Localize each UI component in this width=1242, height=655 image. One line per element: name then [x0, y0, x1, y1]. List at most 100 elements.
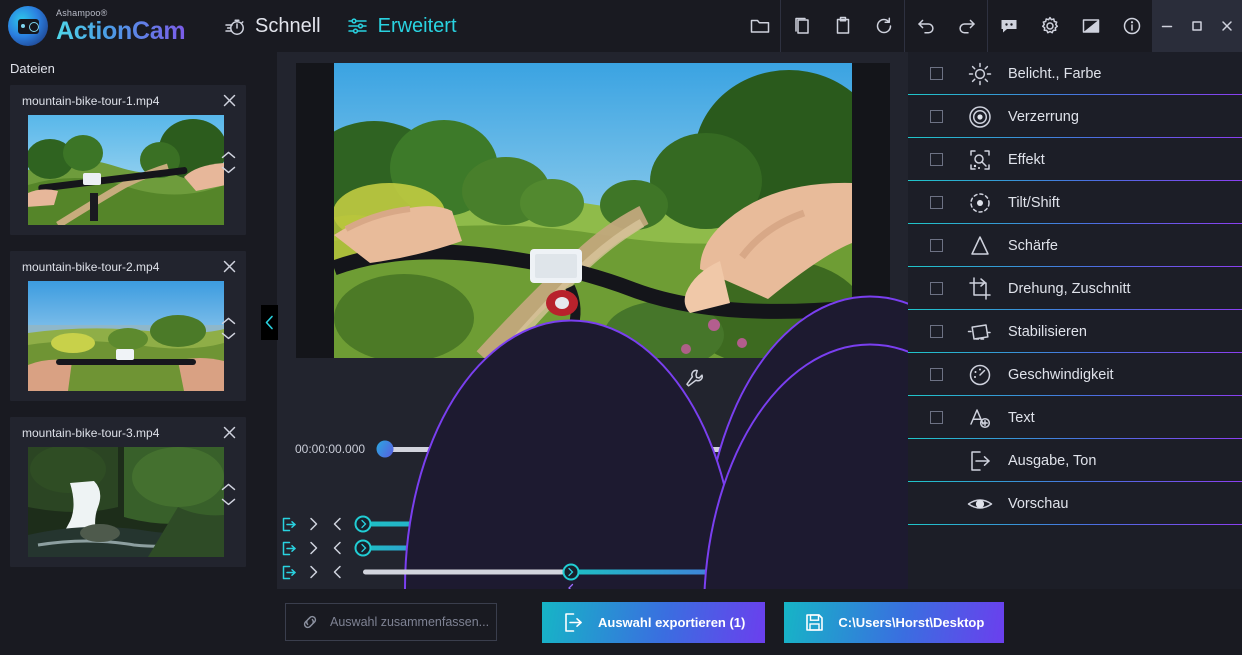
merge-selection-label: Auswahl zusammenfassen... — [330, 615, 489, 629]
reorder-arrows[interactable] — [221, 316, 236, 340]
segment-start-handle[interactable] — [355, 540, 372, 557]
segments-list — [277, 512, 908, 584]
effect-item-schaerfe[interactable]: Schärfe — [908, 224, 1242, 267]
timecode-label: 00:00:00.000 — [277, 442, 385, 456]
segment-prev-icon[interactable] — [325, 517, 349, 531]
segment-export-icon[interactable] — [277, 517, 301, 532]
effect-checkbox[interactable] — [930, 239, 943, 252]
tab-erweitert[interactable]: Erweitert — [347, 15, 457, 38]
segment-prev-icon[interactable] — [325, 565, 349, 579]
close-button[interactable] — [1212, 0, 1242, 52]
remove-file-icon[interactable] — [220, 91, 238, 109]
speed-icon — [964, 362, 996, 388]
file-list: mountain-bike-tour-1.mp4 — [10, 85, 266, 583]
effect-checkbox[interactable] — [930, 153, 943, 166]
segment-row — [277, 560, 908, 584]
app-logo: Ashampoo® ActionCam — [0, 6, 212, 46]
segment-next-icon[interactable] — [301, 565, 325, 579]
effect-label: Vorschau — [1008, 496, 1068, 512]
feedback-icon[interactable] — [988, 0, 1029, 52]
segment-export-icon[interactable] — [277, 541, 301, 556]
segment-prev-icon[interactable] — [325, 541, 349, 555]
remove-file-icon[interactable] — [220, 257, 238, 275]
actioncam-logo-icon — [8, 6, 48, 46]
effect-item-tilt-shift[interactable]: Tilt/Shift — [908, 181, 1242, 224]
list-item[interactable]: mountain-bike-tour-1.mp4 — [10, 85, 246, 235]
mode-tabs: Schnell Erweitert — [224, 15, 457, 38]
undo-icon[interactable] — [905, 0, 946, 52]
reorder-arrows[interactable] — [221, 482, 236, 506]
minimize-button[interactable] — [1152, 0, 1182, 52]
effect-checkbox[interactable] — [930, 325, 943, 338]
reset-icon[interactable] — [863, 0, 904, 52]
file-name: mountain-bike-tour-2.mp4 — [10, 259, 246, 281]
effect-item-belichtung-farbe[interactable]: Belicht., Farbe — [908, 52, 1242, 95]
copy-icon[interactable] — [781, 0, 822, 52]
effect-label: Schärfe — [1008, 238, 1058, 254]
segment-start-handle[interactable] — [562, 564, 579, 581]
effect-item-geschwindigkeit[interactable]: Geschwindigkeit — [908, 353, 1242, 396]
export-selection-button[interactable]: Auswahl exportieren (1) — [542, 602, 765, 643]
move-down-icon — [221, 331, 236, 340]
effect-item-stabilisieren[interactable]: Stabilisieren — [908, 310, 1242, 353]
list-item[interactable]: mountain-bike-tour-2.mp4 — [10, 251, 246, 401]
effect-item-verzerrung[interactable]: Verzerrung — [908, 95, 1242, 138]
save-disk-icon — [804, 612, 825, 633]
effect-checkbox[interactable] — [930, 282, 943, 295]
effect-item-vorschau[interactable]: Vorschau — [908, 482, 1242, 525]
output-path-button[interactable]: C:\Users\Horst\Desktop — [784, 602, 1004, 643]
segment-next-icon[interactable] — [301, 541, 325, 555]
merge-selection-input[interactable]: Auswahl zusammenfassen... — [285, 603, 497, 641]
effect-item-ausgabe-ton[interactable]: Ausgabe, Ton — [908, 439, 1242, 482]
tab-schnell[interactable]: Schnell — [224, 15, 321, 38]
bottom-bar: Auswahl zusammenfassen... Auswahl export… — [0, 589, 1242, 655]
theme-icon[interactable] — [1070, 0, 1111, 52]
header-file-group — [739, 0, 780, 52]
effect-item-effekt[interactable]: Effekt — [908, 138, 1242, 181]
reorder-arrows[interactable] — [221, 150, 236, 174]
remove-file-icon[interactable] — [220, 423, 238, 441]
redo-icon[interactable] — [946, 0, 987, 52]
effect-label: Effekt — [1008, 152, 1045, 168]
window-controls — [1152, 0, 1242, 52]
stabilize-icon — [964, 319, 996, 345]
output-path-label: C:\Users\Horst\Desktop — [838, 615, 984, 630]
tiltshift-icon — [964, 190, 996, 216]
app-header: Ashampoo® ActionCam Schnell Erweitert — [0, 0, 1242, 52]
effect-checkbox[interactable] — [930, 196, 943, 209]
stopwatch-icon — [224, 15, 246, 37]
seek-handle[interactable] — [377, 441, 394, 458]
effect-label: Geschwindigkeit — [1008, 367, 1114, 383]
file-thumbnail — [28, 115, 224, 225]
info-icon[interactable] — [1111, 0, 1152, 52]
paste-icon[interactable] — [822, 0, 863, 52]
tools-wrench-icon[interactable] — [681, 365, 707, 391]
link-icon — [300, 612, 320, 632]
segment-next-icon[interactable] — [301, 517, 325, 531]
segment-export-icon[interactable] — [277, 565, 301, 580]
effect-checkbox[interactable] — [930, 67, 943, 80]
effect-label: Verzerrung — [1008, 109, 1079, 125]
brand-product: ActionCam — [56, 19, 185, 44]
sliders-icon — [347, 15, 369, 37]
effect-checkbox[interactable] — [930, 110, 943, 123]
effect-icon — [964, 147, 996, 173]
segment-range-slider[interactable] — [363, 560, 870, 584]
gear-icon[interactable] — [1029, 0, 1070, 52]
crop-rotate-icon — [964, 276, 996, 302]
sidebar-collapse-button[interactable] — [261, 305, 278, 340]
effect-checkbox[interactable] — [930, 411, 943, 424]
effect-item-text[interactable]: Text — [908, 396, 1242, 439]
effect-label: Belicht., Farbe — [1008, 66, 1102, 82]
sidebar-title: Dateien — [0, 52, 276, 82]
segment-start-handle[interactable] — [355, 516, 372, 533]
effect-checkbox[interactable] — [930, 368, 943, 381]
maximize-button[interactable] — [1182, 0, 1212, 52]
video-preview[interactable] — [296, 63, 890, 358]
effect-label: Tilt/Shift — [1008, 195, 1060, 211]
list-item[interactable]: mountain-bike-tour-3.mp4 — [10, 417, 246, 567]
folder-open-icon[interactable] — [739, 0, 780, 52]
effect-item-drehung-zuschnitt[interactable]: Drehung, Zuschnitt — [908, 267, 1242, 310]
move-down-icon — [221, 497, 236, 506]
tab-erweitert-label: Erweitert — [378, 15, 457, 38]
